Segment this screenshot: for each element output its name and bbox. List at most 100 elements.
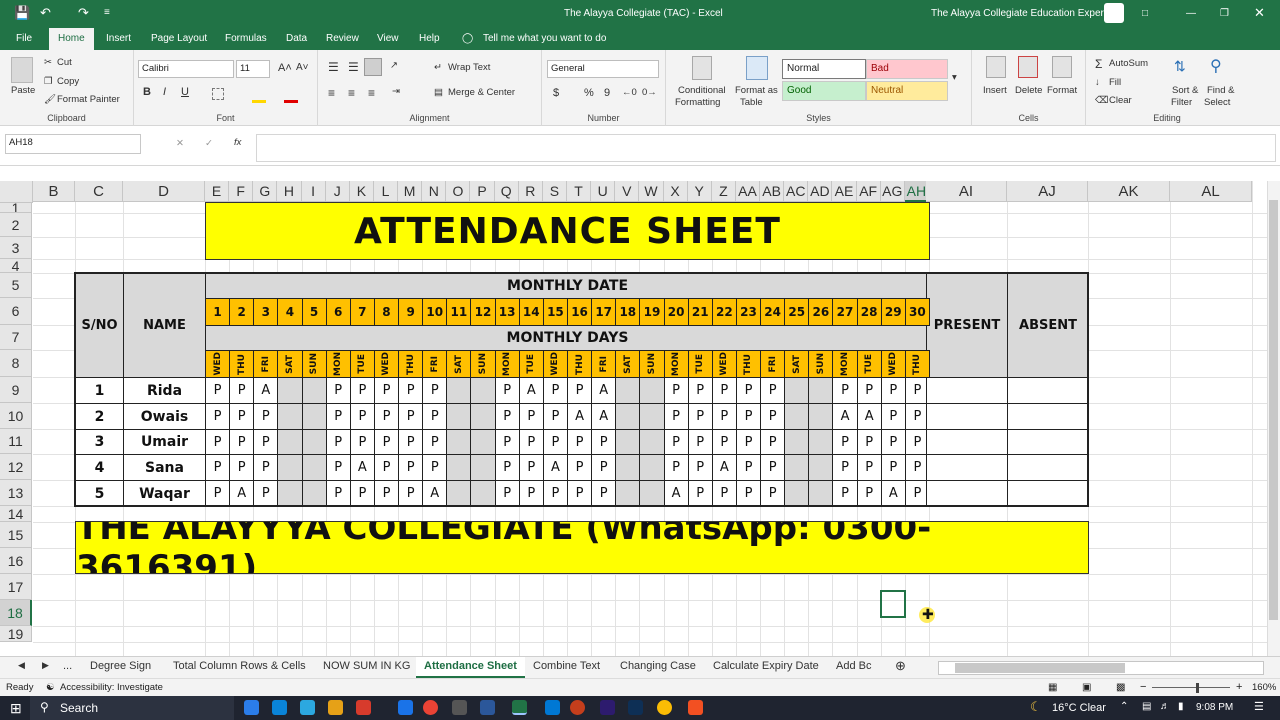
column-header[interactable]: AG bbox=[880, 181, 905, 202]
underline-button[interactable]: U bbox=[181, 86, 189, 98]
network-icon[interactable]: ▤ bbox=[1142, 701, 1151, 712]
insert-cells-button[interactable]: Insert bbox=[983, 85, 1007, 96]
column-header[interactable]: AI bbox=[926, 181, 1007, 202]
increase-font-icon[interactable]: A˄ bbox=[278, 62, 292, 74]
column-header[interactable]: H bbox=[277, 181, 302, 202]
format-as-table-button[interactable]: Format as bbox=[735, 85, 778, 96]
taskbar-search-label[interactable]: Search bbox=[60, 701, 98, 715]
windows-start-icon[interactable]: ⊞ bbox=[10, 700, 22, 717]
format-cells-icon[interactable] bbox=[1052, 56, 1072, 78]
column-header[interactable]: Q bbox=[494, 181, 519, 202]
sort-filter-button[interactable]: Sort & bbox=[1172, 85, 1198, 96]
column-header[interactable]: K bbox=[349, 181, 374, 202]
column-header[interactable]: AL bbox=[1170, 181, 1252, 202]
column-header[interactable]: Z bbox=[711, 181, 736, 202]
photoshop-icon[interactable] bbox=[628, 700, 643, 715]
indent-icon[interactable]: ⇥ bbox=[392, 86, 400, 97]
save-icon[interactable]: 💾 bbox=[14, 5, 30, 21]
clock[interactable]: 9:08 PM bbox=[1196, 702, 1233, 713]
premiere-icon[interactable] bbox=[600, 700, 615, 715]
sheet-tab-total-column[interactable]: Total Column Rows & Cells bbox=[173, 660, 306, 672]
minimize-icon[interactable]: — bbox=[1186, 8, 1196, 19]
column-header[interactable]: M bbox=[398, 181, 423, 202]
column-header[interactable]: W bbox=[639, 181, 664, 202]
insert-cells-icon[interactable] bbox=[986, 56, 1006, 78]
wrap-text-icon[interactable]: ↵ bbox=[434, 62, 442, 73]
column-header[interactable]: E bbox=[205, 181, 230, 202]
column-header[interactable]: B bbox=[33, 181, 75, 202]
column-header[interactable]: O bbox=[446, 181, 471, 202]
column-header[interactable]: L bbox=[373, 181, 399, 202]
insert-function-button[interactable]: fx bbox=[234, 137, 241, 148]
format-as-table-button-line2[interactable]: Table bbox=[740, 97, 763, 108]
increase-decimal-icon[interactable]: ←0 bbox=[622, 87, 637, 98]
row-header[interactable]: 3 bbox=[0, 237, 32, 259]
chrome-profile-icon[interactable] bbox=[657, 700, 672, 715]
style-neutral[interactable]: Neutral bbox=[866, 81, 948, 101]
tab-formulas[interactable]: Formulas bbox=[225, 33, 267, 44]
comma-button[interactable]: 9 bbox=[604, 87, 610, 99]
weather-text[interactable]: 16°C Clear bbox=[1052, 702, 1106, 714]
conditional-formatting-button[interactable]: Conditional bbox=[678, 85, 726, 96]
copy-button[interactable]: Copy bbox=[57, 76, 79, 87]
page-layout-view-icon[interactable]: ▣ bbox=[1082, 682, 1091, 693]
account-name[interactable]: The Alayya Collegiate Education Expert bbox=[931, 8, 1107, 19]
font-size-select[interactable]: 11 bbox=[236, 60, 270, 78]
row-header[interactable]: 15 bbox=[0, 522, 32, 548]
sheet-tab-attendance[interactable]: Attendance Sheet bbox=[416, 657, 525, 678]
column-header[interactable]: I bbox=[301, 181, 326, 202]
number-format-select[interactable]: General bbox=[547, 60, 659, 78]
select-all-corner[interactable] bbox=[0, 181, 33, 203]
align-center-icon[interactable]: ≡ bbox=[348, 86, 355, 100]
cut-button[interactable]: Cut bbox=[57, 57, 72, 68]
zoom-out-icon[interactable]: − bbox=[1140, 681, 1146, 693]
row-header[interactable]: 8 bbox=[0, 350, 32, 377]
row-header[interactable]: 18 bbox=[0, 600, 32, 626]
align-left-icon[interactable]: ≡ bbox=[328, 86, 335, 100]
column-header[interactable]: AF bbox=[856, 181, 881, 202]
wrap-text-button[interactable]: Wrap Text bbox=[448, 62, 490, 73]
paste-icon[interactable] bbox=[11, 57, 33, 83]
sheet-tab-combine-text[interactable]: Combine Text bbox=[533, 660, 600, 672]
delete-cells-icon[interactable] bbox=[1018, 56, 1038, 78]
sheet-tab-now-sum[interactable]: NOW SUM IN KG bbox=[323, 660, 410, 672]
paste-button[interactable]: Paste bbox=[11, 85, 35, 96]
currency-button[interactable]: $ bbox=[553, 87, 559, 99]
column-header[interactable]: AJ bbox=[1007, 181, 1088, 202]
column-header[interactable]: C bbox=[75, 181, 123, 202]
align-bottom-icon[interactable] bbox=[364, 58, 382, 76]
tab-review[interactable]: Review bbox=[326, 33, 359, 44]
accessibility-status[interactable]: Accessibility: Investigate bbox=[60, 682, 163, 693]
format-cells-button[interactable]: Format bbox=[1047, 85, 1077, 96]
column-header[interactable]: AK bbox=[1088, 181, 1170, 202]
recorder-icon[interactable] bbox=[688, 700, 703, 715]
tab-data[interactable]: Data bbox=[286, 33, 307, 44]
column-header[interactable]: S bbox=[542, 181, 567, 202]
find-select-button[interactable]: Find & bbox=[1207, 85, 1234, 96]
column-header[interactable]: D bbox=[123, 181, 205, 202]
zoom-slider-thumb[interactable] bbox=[1196, 683, 1199, 693]
autosum-button[interactable]: AutoSum bbox=[1109, 58, 1148, 69]
row-header[interactable]: 13 bbox=[0, 480, 32, 506]
italic-button[interactable]: I bbox=[163, 86, 166, 98]
tab-view[interactable]: View bbox=[377, 33, 399, 44]
normal-view-icon[interactable]: ▦ bbox=[1048, 682, 1057, 693]
sheet-tab-add-bc[interactable]: Add Bc bbox=[836, 660, 871, 672]
column-header[interactable]: AE bbox=[832, 181, 857, 202]
bold-button[interactable]: B bbox=[143, 86, 151, 98]
battery-icon[interactable]: ▮ bbox=[1178, 701, 1184, 712]
formula-input[interactable] bbox=[256, 134, 1276, 162]
outlook-icon[interactable] bbox=[545, 700, 560, 715]
column-header[interactable]: AD bbox=[808, 181, 833, 202]
row-header[interactable]: 14 bbox=[0, 506, 32, 522]
cancel-icon[interactable]: ✕ bbox=[176, 138, 184, 149]
store-icon[interactable] bbox=[300, 700, 315, 715]
column-header[interactable]: N bbox=[422, 181, 447, 202]
percent-button[interactable]: % bbox=[584, 87, 594, 99]
merge-center-button[interactable]: Merge & Center bbox=[448, 87, 515, 98]
account-avatar[interactable] bbox=[1104, 3, 1124, 23]
row-header[interactable]: 10 bbox=[0, 403, 32, 429]
styles-scroll-icon[interactable]: ▾ bbox=[952, 72, 957, 83]
zoom-slider[interactable] bbox=[1152, 687, 1230, 688]
vertical-scroll-thumb[interactable] bbox=[1269, 200, 1278, 620]
